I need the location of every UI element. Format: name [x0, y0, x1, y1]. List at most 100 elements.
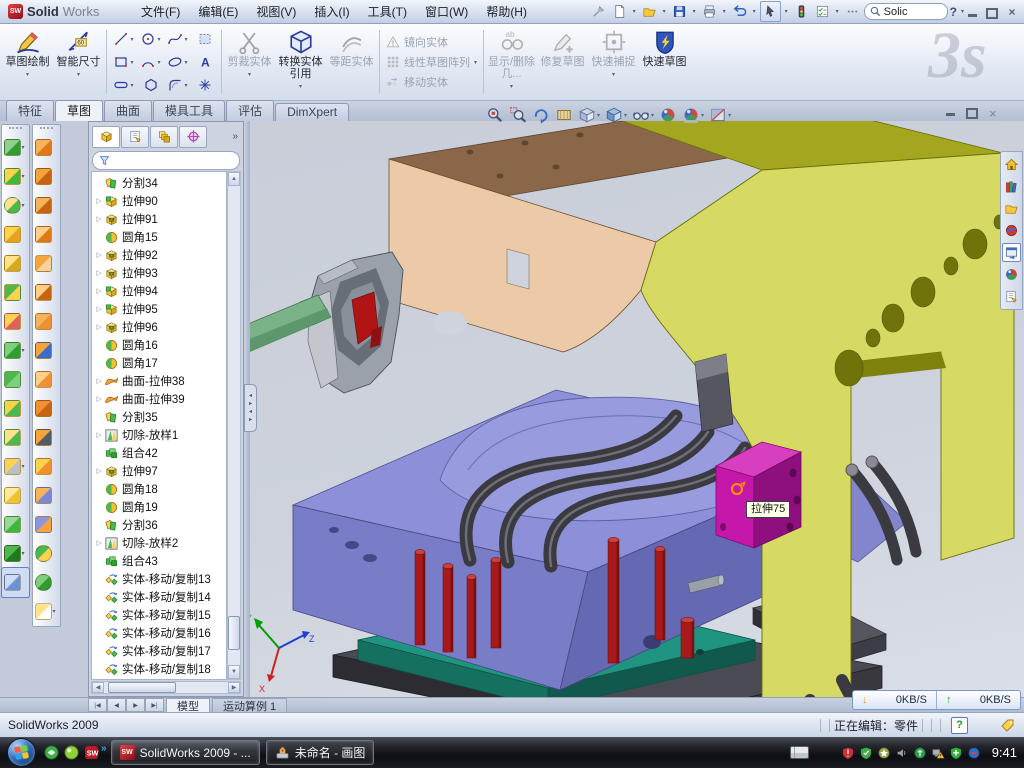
tab-评估[interactable]: 评估 — [226, 100, 274, 121]
save-icon[interactable] — [670, 2, 689, 21]
repair-button[interactable]: 修复草图 — [537, 26, 588, 98]
options-list-icon[interactable] — [813, 2, 832, 21]
panel-tab-property-manager[interactable] — [121, 126, 149, 148]
expand-arrow-icon[interactable]: ▷ — [94, 197, 104, 205]
tag-icon[interactable] — [1000, 717, 1016, 733]
doc-minimize-icon[interactable] — [946, 113, 955, 116]
expand-arrow-icon[interactable]: ▷ — [94, 467, 104, 475]
tree-item[interactable]: ▷拉伸95 — [92, 300, 226, 318]
new-document-icon[interactable] — [610, 2, 629, 21]
hide-show-icon[interactable]: ▾ — [632, 106, 654, 124]
select-icon[interactable] — [760, 1, 781, 22]
pin-icon[interactable] — [589, 2, 608, 21]
expand-arrow-icon[interactable]: ▷ — [94, 431, 104, 439]
sprue-bushing-assembly[interactable] — [308, 252, 403, 393]
dropdown-arrow-icon[interactable]: ▾ — [783, 8, 790, 15]
tree-item[interactable]: ▷拉伸92 — [92, 246, 226, 264]
linear-pattern-button[interactable]: ▾ — [2, 336, 29, 365]
tree-item[interactable]: 实体-移动/复制16 — [92, 624, 226, 642]
dark-fitting[interactable] — [695, 354, 733, 432]
line-tool[interactable]: ▾ — [110, 28, 137, 51]
tree-item[interactable]: 圆角15 — [92, 228, 226, 246]
menu-item[interactable]: 工具(T) — [359, 0, 416, 24]
extended-surface-button[interactable] — [33, 278, 60, 307]
panel-tab-configuration-manager[interactable] — [150, 126, 178, 148]
lofted-boss-button[interactable] — [2, 278, 29, 307]
print-icon[interactable] — [700, 2, 719, 21]
expand-arrow-icon[interactable]: ▷ — [94, 323, 104, 331]
menu-item[interactable]: 文件(F) — [132, 0, 189, 24]
taskbar-button[interactable]: SWSolidWorks 2009 - ... — [111, 740, 260, 765]
motion-nav-button[interactable]: ▶| — [145, 698, 164, 712]
tree-item[interactable]: 分割35 — [92, 408, 226, 426]
curve-through-points-button[interactable] — [2, 510, 29, 539]
delete-body-button[interactable]: ▾ — [2, 452, 29, 481]
tree-item[interactable]: ▷拉伸96 — [92, 318, 226, 336]
tree-filter-input[interactable] — [92, 151, 240, 170]
restore-button[interactable] — [986, 5, 1002, 19]
revolved-boss-button[interactable] — [2, 249, 29, 278]
help-icon[interactable]: ? — [950, 5, 957, 19]
tree-item[interactable]: 分割34 — [92, 174, 226, 192]
snap-button[interactable]: 快速捕捉▾ — [588, 26, 639, 98]
solidworks-launcher-icon[interactable]: SW — [81, 743, 101, 763]
update-badge-tray-icon[interactable] — [877, 746, 891, 760]
sfillet-tool[interactable]: ▾ — [164, 74, 191, 97]
health-shield-tray-icon[interactable] — [949, 746, 963, 760]
taskbar-clock[interactable]: 9:41 — [992, 745, 1017, 760]
pencil-button[interactable]: 草图绘制▾ — [2, 26, 53, 98]
launcher-lime-icon[interactable] — [61, 743, 81, 763]
expand-arrow-icon[interactable]: ▷ — [94, 287, 104, 295]
scroll-left-arrow[interactable]: ◀ — [92, 682, 104, 693]
split-body-button[interactable] — [2, 394, 29, 423]
appearances-icon[interactable] — [659, 106, 677, 124]
offset-surface-button[interactable] — [33, 365, 60, 394]
graphics-area[interactable]: Y Z X 拉伸75 — [250, 121, 1024, 697]
open-icon[interactable] — [640, 2, 659, 21]
tree-item[interactable]: ▷拉伸97 — [92, 462, 226, 480]
tab-曲面[interactable]: 曲面 — [104, 100, 152, 121]
mirror-button[interactable]: 镜向实体 — [386, 34, 477, 50]
tree-item[interactable]: ▷切除-放样2 — [92, 534, 226, 552]
helix-spiral-button[interactable]: ▾ — [2, 539, 29, 568]
zoom-fit-icon[interactable] — [486, 106, 504, 124]
messenger-green-icon[interactable] — [41, 743, 61, 763]
tree-item[interactable]: 组合43 — [92, 552, 226, 570]
rotate-view-icon[interactable] — [532, 106, 550, 124]
dropdown-arrow-icon[interactable]: ▾ — [631, 8, 638, 15]
motion-nav-button[interactable]: |◀ — [88, 698, 107, 712]
task-pane-appearances[interactable] — [1002, 265, 1021, 284]
slot-tool[interactable]: ▾ — [110, 74, 137, 97]
ruled-surface-button[interactable] — [33, 510, 60, 539]
task-pane-design-library[interactable] — [1002, 177, 1021, 196]
region-tool[interactable] — [191, 28, 218, 51]
zoom-area-icon[interactable] — [509, 106, 527, 124]
tree-item[interactable]: ▷曲面-拉伸39 — [92, 390, 226, 408]
overflow-dots-icon[interactable] — [843, 2, 862, 21]
swept-boss-button[interactable] — [2, 220, 29, 249]
menu-item[interactable]: 编辑(E) — [189, 0, 247, 24]
tree-item[interactable]: 实体-移动/复制13 — [92, 570, 226, 588]
language-keyboard-icon[interactable] — [790, 746, 809, 759]
taskbar-button[interactable]: 未命名 - 画图 — [266, 740, 375, 765]
surface-elbow-button[interactable] — [33, 394, 60, 423]
move-copy-body-button[interactable] — [2, 423, 29, 452]
messenger-status-tray-icon[interactable] — [967, 746, 981, 760]
motion-nav-button[interactable]: ▶ — [126, 698, 145, 712]
scroll-down-arrow[interactable]: ▼ — [228, 665, 240, 679]
close-button[interactable]: × — [1004, 4, 1020, 20]
fillet-button[interactable]: ▾ — [2, 191, 29, 220]
combine-bodies-button[interactable] — [2, 365, 29, 394]
tree-item[interactable]: 圆角16 — [92, 336, 226, 354]
tab-模型[interactable]: 模型 — [166, 698, 210, 712]
menu-item[interactable]: 窗口(W) — [416, 0, 477, 24]
arc-tool[interactable]: ▾ — [137, 51, 164, 74]
knit-surface-button[interactable] — [33, 249, 60, 278]
extruded-boss-button[interactable]: ▾ — [2, 133, 29, 162]
scene-icon[interactable]: ▾ — [682, 106, 704, 124]
spline-tool[interactable]: ▾ — [164, 28, 191, 51]
revolved-surface-button[interactable] — [33, 162, 60, 191]
tree-item[interactable]: 圆角18 — [92, 480, 226, 498]
doc-restore-icon[interactable] — [966, 108, 978, 119]
expand-arrow-icon[interactable]: ▷ — [94, 269, 104, 277]
